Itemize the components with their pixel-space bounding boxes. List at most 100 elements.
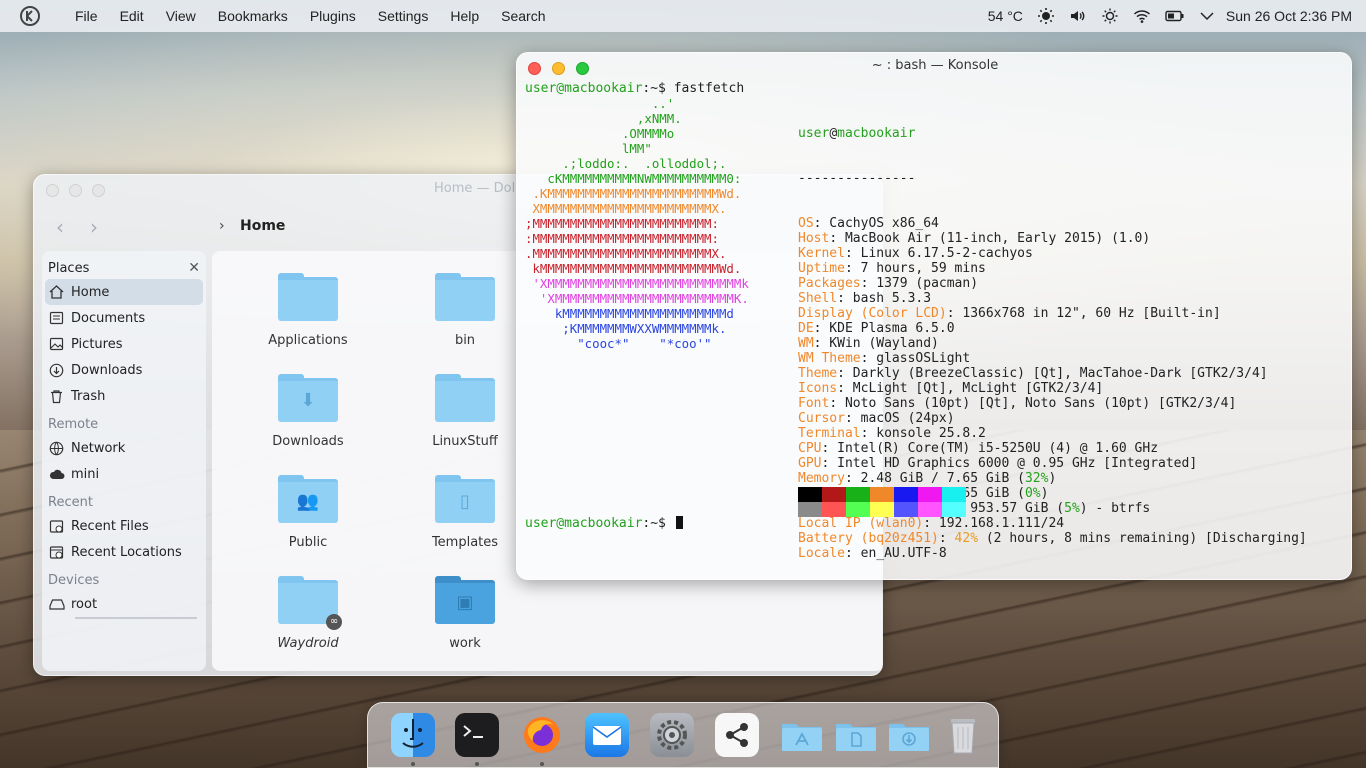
sidebar-item-recent-locations[interactable]: Recent Locations [42,539,206,565]
file-item-work[interactable]: ▣ work [395,576,535,651]
devices-section-header: Devices [48,573,100,588]
file-item-public[interactable]: 👥 Public [238,475,378,550]
applications-folder-icon[interactable] [780,713,824,757]
temperature-readout[interactable]: 54 °C [981,0,1030,32]
minimize-button[interactable] [69,183,82,197]
menu-help[interactable]: Help [439,0,490,32]
sidebar-item-pictures[interactable]: Pictures [42,331,206,357]
downloads-folder-icon[interactable] [887,713,931,757]
kde-logo-icon[interactable] [15,0,45,32]
sidebar-item-label: Pictures [71,336,123,352]
file-item-linuxstuff[interactable]: LinuxStuff [395,374,535,449]
terminal-prompt[interactable]: user@macbookair:~$ [525,516,683,531]
info-row: OS: CachyOS x86_64 [798,216,1307,231]
file-item-downloads[interactable]: ⬇ Downloads [238,374,378,449]
terminal-command: fastfetch [673,81,745,96]
info-row: Terminal: konsole 25.8.2 [798,426,1307,441]
file-label: Downloads [272,434,344,449]
terminal-titlebar[interactable]: ~ : bash — Konsole [517,53,1351,83]
info-key: WM Theme [798,351,861,366]
info-key: Terminal [798,426,861,441]
palette-swatch [822,502,846,517]
info-row: WM: KWin (Wayland) [798,336,1307,351]
info-value: : KDE Plasma 6.5.0 [813,321,955,336]
sidebar-item-label: Network [71,440,126,456]
close-button[interactable] [528,61,541,75]
menu-plugins[interactable]: Plugins [299,0,367,32]
ascii-logo-line: .OMMMMo [525,126,675,141]
recent-locations-icon [49,545,71,560]
menu-edit[interactable]: Edit [109,0,155,32]
places-panel: Places ✕ Home Documents Pictures Downloa… [42,251,206,671]
recent-section-header: Recent [48,495,93,510]
battery-icon[interactable] [1158,0,1192,32]
firefox-icon[interactable] [520,713,564,757]
settings-icon[interactable] [650,713,694,757]
menu-bookmarks[interactable]: Bookmarks [207,0,299,32]
sidebar-item-downloads[interactable]: Downloads [42,357,206,383]
menu-file[interactable]: File [64,0,109,32]
info-value: : 2.48 GiB / 7.65 GiB ( [844,471,1025,486]
file-item-waydroid[interactable]: ∞ Waydroid [238,576,378,651]
documents-folder-icon[interactable] [834,713,878,757]
sidebar-item-documents[interactable]: Documents [42,305,206,331]
file-item-bin[interactable]: bin [395,273,535,348]
breadcrumb-chevron-icon[interactable]: › [219,218,225,234]
ascii-logo-line: ;MMMMMMMMMMMMMMMMMMMMMMMM: [525,216,719,231]
file-item-applications[interactable]: Applications [238,273,378,348]
chevron-down-icon[interactable] [1192,0,1222,32]
info-row: Uptime: 7 hours, 59 mins [798,261,1307,276]
info-key: Locale [798,546,845,561]
close-button[interactable] [46,183,59,197]
running-indicator [411,762,415,766]
minimize-button[interactable] [552,61,565,75]
brightness-icon[interactable] [1030,0,1062,32]
terminal-icon[interactable] [455,713,499,757]
volume-icon[interactable] [1062,0,1094,32]
sidebar-item-root[interactable]: root [42,591,206,617]
breadcrumb[interactable]: Home [240,218,285,234]
maximize-button[interactable] [92,183,105,197]
palette-swatch [918,502,942,517]
info-value: : 1379 (pacman) [860,276,979,291]
file-item-templates[interactable]: ▯ Templates [395,475,535,550]
palette-swatch [822,487,846,502]
ascii-logo-line: XMMMMMMMMMMMMMMMMMMMMMMMX. [525,201,727,216]
sidebar-item-trash[interactable]: Trash [42,383,206,409]
sidebar-item-network[interactable]: Network [42,435,206,461]
sidebar-item-label: Home [71,284,110,300]
night-light-icon[interactable] [1094,0,1126,32]
sidebar-item-label: mini [71,466,100,482]
clock[interactable]: Sun 26 Oct 2:36 PM [1222,0,1366,32]
info-row: DE: KDE Plasma 6.5.0 [798,321,1307,336]
forward-arrow-icon[interactable]: › [90,217,98,237]
back-arrow-icon[interactable]: ‹ [56,217,64,237]
maximize-button[interactable] [576,61,589,75]
info-key: Uptime [798,261,845,276]
mail-icon[interactable] [585,713,629,757]
share-icon[interactable] [715,713,759,757]
menu-search[interactable]: Search [490,0,556,32]
menu-view[interactable]: View [155,0,207,32]
close-icon[interactable]: ✕ [188,260,200,276]
top-panel: File Edit View Bookmarks Plugins Setting… [0,0,1366,32]
ascii-logo-line: ,xNMM. [525,111,682,126]
sidebar-item-label: Trash [71,388,106,404]
info-value: : Intel HD Graphics 6000 @ 0.95 GHz [Int… [821,456,1198,471]
info-value: : 1366x768 in 12", 60 Hz [Built-in] [946,306,1221,321]
finder-icon[interactable] [391,713,435,757]
menu-settings[interactable]: Settings [367,0,440,32]
sidebar-item-mini[interactable]: mini [42,461,206,487]
prompt-user: user@macbookair [525,516,643,531]
info-value: : Darkly (BreezeClassic) [Qt], MacTahoe-… [837,366,1268,381]
work-folder-icon: ▣ [435,576,495,624]
info-tail: ) - btrfs [1079,501,1151,516]
sidebar-item-label: Recent Locations [71,544,182,560]
info-row: CPU: Intel(R) Core(TM) i5-5250U (4) @ 1.… [798,441,1307,456]
sidebar-item-home[interactable]: Home [45,279,203,305]
distro-ascii-logo: ..' ,xNMM. .OMMMMo lMM" .;loddo:. .ollod… [525,96,749,351]
info-percent: 0% [1024,486,1041,501]
sidebar-item-recent-files[interactable]: Recent Files [42,513,206,539]
trash-icon[interactable] [941,713,985,757]
wifi-icon[interactable] [1126,0,1158,32]
